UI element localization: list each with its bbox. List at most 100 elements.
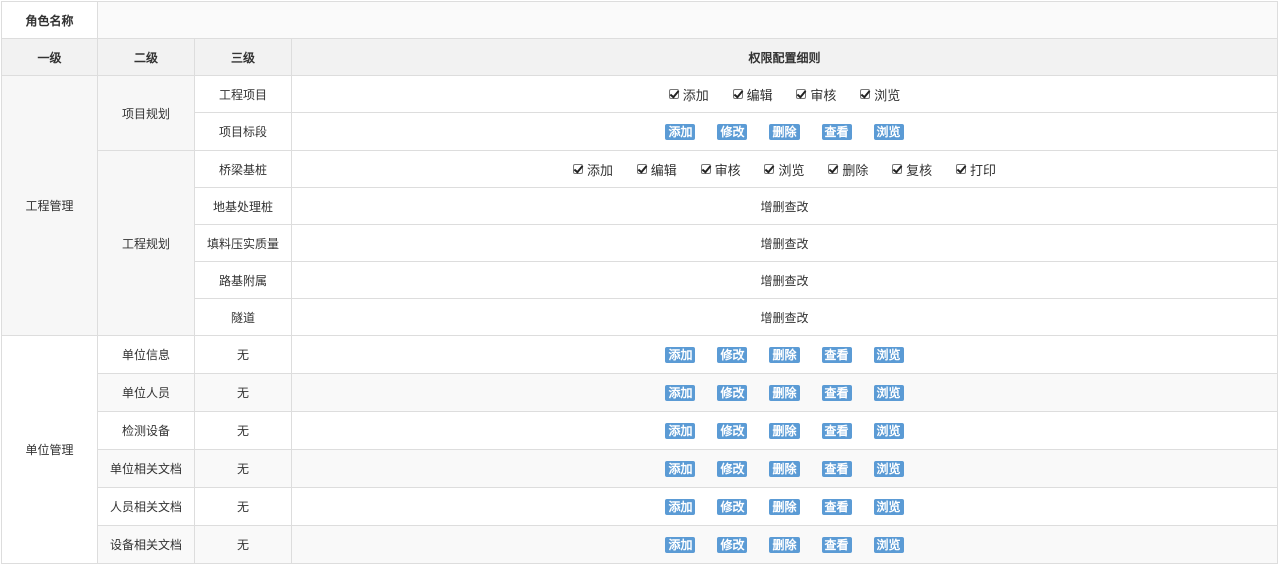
- checkbox-checked-icon: [636, 164, 647, 174]
- add-button[interactable]: 添加: [665, 346, 696, 363]
- add-button[interactable]: 添加: [665, 536, 696, 553]
- browse-button[interactable]: 浏览: [873, 346, 904, 363]
- level3-label: 项目标段: [194, 112, 292, 151]
- add-button[interactable]: 添加: [665, 123, 696, 140]
- view-button[interactable]: 查看: [821, 498, 852, 515]
- add-button[interactable]: 添加: [665, 384, 696, 401]
- role-name-label: 角色名称: [1, 1, 98, 39]
- level3-none: 无: [194, 411, 292, 450]
- browse-button[interactable]: 浏览: [873, 498, 904, 515]
- modify-button[interactable]: 修改: [717, 422, 748, 439]
- checkbox-checked-icon: [700, 164, 711, 174]
- level3-label: 工程项目: [194, 75, 292, 113]
- level3-label: 填料压实质量: [194, 224, 292, 262]
- table-row: 人员相关文档 无 添加 修改 删除 查看 浏览: [2, 487, 1278, 526]
- delete-button[interactable]: 删除: [769, 460, 800, 477]
- checkbox-group: 添加 编辑 审核 浏览: [291, 75, 1278, 113]
- permission-table: 角色名称 一级 二级 三级 权限配置细则 工程管理 项目规划 工程项目 添加 编…: [1, 1, 1278, 564]
- checkbox-browse[interactable]: 浏览: [860, 85, 900, 104]
- delete-button[interactable]: 删除: [769, 536, 800, 553]
- level3-label: 地基处理桩: [194, 187, 292, 225]
- button-group: 添加 修改 删除 查看 浏览: [291, 487, 1278, 526]
- crud-text: 增删查改: [291, 298, 1278, 336]
- view-button[interactable]: 查看: [821, 422, 852, 439]
- level3-label: 路基附属: [194, 261, 292, 299]
- level3-none: 无: [194, 449, 292, 488]
- header-row: 一级 二级 三级 权限配置细则: [1, 38, 1278, 76]
- checkbox-print[interactable]: 打印: [956, 160, 996, 179]
- checkbox-edit[interactable]: 编辑: [732, 85, 773, 104]
- modify-button[interactable]: 修改: [717, 460, 748, 477]
- crud-text: 增删查改: [291, 224, 1278, 262]
- browse-button[interactable]: 浏览: [873, 422, 904, 439]
- header-level3: 三级: [194, 38, 292, 76]
- table-row: 设备相关文档 无 添加 修改 删除 查看 浏览: [2, 525, 1278, 564]
- level3-none: 无: [194, 487, 292, 526]
- browse-button[interactable]: 浏览: [873, 123, 904, 140]
- view-button[interactable]: 查看: [821, 536, 852, 553]
- level3-none: 无: [194, 525, 292, 564]
- level2-label: 单位人员: [97, 373, 195, 412]
- view-button[interactable]: 查看: [821, 384, 852, 401]
- browse-button[interactable]: 浏览: [873, 536, 904, 553]
- delete-button[interactable]: 删除: [769, 346, 800, 363]
- table-row: 检测设备 无 添加 修改 删除 查看 浏览: [2, 411, 1278, 450]
- checkbox-checked-icon: [764, 164, 775, 174]
- level2-label: 单位相关文档: [97, 449, 195, 488]
- table-row: 工程管理 项目规划 工程项目 添加 编辑 审核 浏览: [1, 75, 1278, 336]
- checkbox-review[interactable]: 审核: [700, 160, 741, 179]
- checkbox-add[interactable]: 添加: [572, 160, 613, 179]
- table-row: 工程规划 桥梁基桩 添加 编辑 审核 浏览 删除 复核 打印: [2, 150, 1278, 336]
- delete-button[interactable]: 删除: [769, 123, 800, 140]
- add-button[interactable]: 添加: [665, 460, 696, 477]
- level3-label: 桥梁基桩: [194, 150, 292, 188]
- level3-none: 无: [194, 335, 292, 374]
- checkbox-checked-icon: [668, 89, 679, 99]
- checkbox-checked-icon: [860, 89, 871, 99]
- checkbox-recheck[interactable]: 复核: [892, 160, 932, 179]
- checkbox-browse[interactable]: 浏览: [764, 160, 805, 179]
- checkbox-checked-icon: [796, 89, 807, 99]
- table-row: 单位管理 单位信息 无 添加 修改 删除 查看 浏览: [1, 335, 1278, 564]
- level2-project-planning: 项目规划: [97, 75, 195, 151]
- modify-button[interactable]: 修改: [717, 498, 748, 515]
- checkbox-edit[interactable]: 编辑: [636, 160, 677, 179]
- table-row: 单位人员 无 添加 修改 删除 查看 浏览: [2, 373, 1278, 412]
- checkbox-checked-icon: [572, 164, 583, 174]
- button-group: 添加 修改 删除 查看 浏览: [291, 449, 1278, 488]
- browse-button[interactable]: 浏览: [873, 384, 904, 401]
- add-button[interactable]: 添加: [665, 422, 696, 439]
- role-name-value[interactable]: [97, 1, 1278, 39]
- browse-button[interactable]: 浏览: [873, 460, 904, 477]
- level2-label: 设备相关文档: [97, 525, 195, 564]
- button-group: 添加 修改 删除 查看 浏览: [291, 335, 1278, 374]
- role-name-row: 角色名称: [1, 1, 1278, 39]
- checkbox-checked-icon: [828, 164, 839, 174]
- view-button[interactable]: 查看: [821, 460, 852, 477]
- crud-text: 增删查改: [291, 187, 1278, 225]
- delete-button[interactable]: 删除: [769, 498, 800, 515]
- level1-unit: 单位管理: [1, 335, 98, 564]
- button-group: 添加 修改 删除 查看 浏览: [291, 373, 1278, 412]
- checkbox-add[interactable]: 添加: [668, 85, 709, 104]
- button-group: 添加 修改 删除 查看 浏览: [291, 411, 1278, 450]
- view-button[interactable]: 查看: [821, 123, 852, 140]
- delete-button[interactable]: 删除: [769, 384, 800, 401]
- header-level1: 一级: [1, 38, 98, 76]
- delete-button[interactable]: 删除: [769, 422, 800, 439]
- checkbox-review[interactable]: 审核: [796, 85, 836, 104]
- modify-button[interactable]: 修改: [717, 536, 748, 553]
- modify-button[interactable]: 修改: [717, 346, 748, 363]
- level2-label: 人员相关文档: [97, 487, 195, 526]
- modify-button[interactable]: 修改: [717, 384, 748, 401]
- add-button[interactable]: 添加: [665, 498, 696, 515]
- checkbox-checked-icon: [956, 164, 967, 174]
- checkbox-delete[interactable]: 删除: [828, 160, 868, 179]
- header-level2: 二级: [97, 38, 195, 76]
- checkbox-checked-icon: [732, 89, 743, 99]
- table-row: 单位相关文档 无 添加 修改 删除 查看 浏览: [2, 449, 1278, 488]
- header-detail: 权限配置细则: [291, 38, 1278, 76]
- view-button[interactable]: 查看: [821, 346, 852, 363]
- button-group: 添加 修改 删除 查看 浏览: [291, 525, 1278, 564]
- modify-button[interactable]: 修改: [717, 123, 748, 140]
